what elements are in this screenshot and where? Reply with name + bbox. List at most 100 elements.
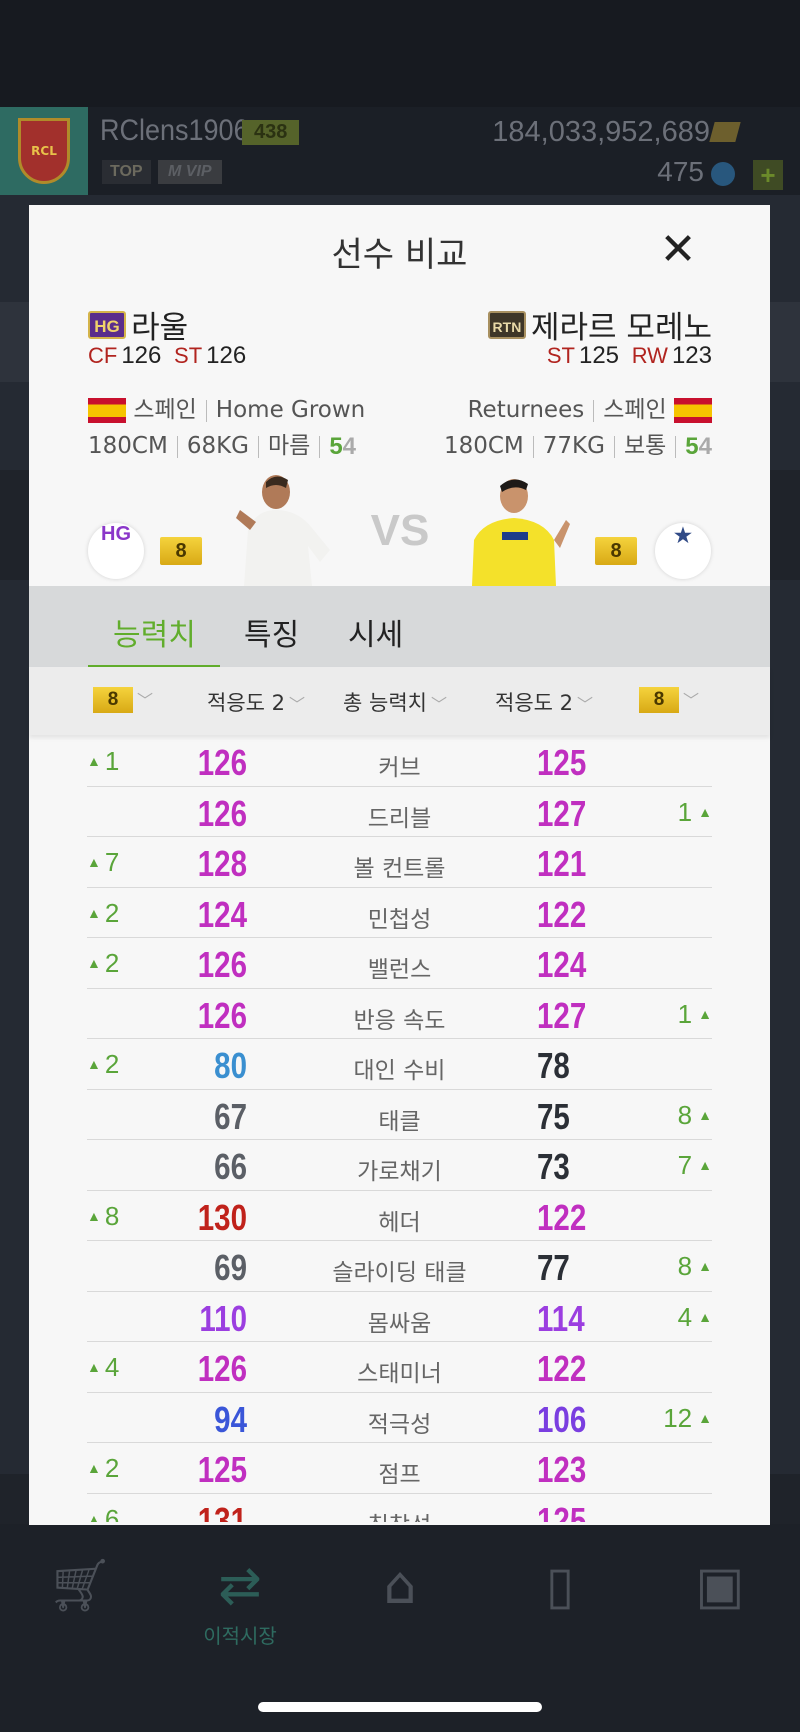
left-stat-diff: ▲ 7: [87, 847, 120, 877]
left-player-name: 라울: [131, 310, 189, 346]
stat-name: 적극성: [367, 1411, 432, 1438]
stat-row: ▲ 2 126 밸런스 124: [87, 938, 712, 989]
filter-label: 적응도 2: [495, 691, 573, 715]
stat-name: 커브: [378, 755, 421, 781]
stat-row: ▲ 4 126 스태미너 122: [87, 1342, 712, 1393]
right-stat-value: 127: [537, 994, 587, 1036]
right-stat-value: 106: [537, 1398, 587, 1440]
right-stat-diff: 1 ▲: [677, 998, 712, 1029]
stat-name: 태클: [378, 1108, 421, 1135]
stat-name: 반응 속도: [353, 1007, 446, 1034]
chevron-down-icon: ﹀: [137, 691, 154, 710]
stat-name: 민첩성: [367, 906, 432, 933]
left-stat-diff: ▲ 2: [87, 1049, 120, 1079]
stat-name: 밸런스: [367, 957, 432, 983]
right-stat-value: 123: [537, 1449, 587, 1490]
left-stat-value: 94: [214, 1398, 247, 1440]
stat-name: 몸싸움: [367, 1310, 432, 1337]
position-ovr: 125: [578, 342, 620, 369]
left-stat-value: 131: [197, 1499, 247, 1523]
right-stat-value: 73: [537, 1146, 570, 1187]
stat-row: ▲ 1 126 커브 125: [87, 736, 712, 787]
body-type: 보통: [623, 433, 667, 459]
nav-inventory[interactable]: ▣: [680, 1554, 760, 1618]
tab-stats[interactable]: 능력치: [113, 610, 196, 654]
left-stat-value: 124: [197, 893, 247, 935]
add-points-button[interactable]: +: [753, 160, 783, 190]
stat-name: 헤더: [378, 1209, 421, 1236]
nav-transfer[interactable]: ⇄ 이적시장: [200, 1554, 280, 1649]
chevron-down-icon: ﹀: [430, 695, 447, 714]
coin-balance: 184,033,952,689: [492, 116, 710, 148]
chevron-down-icon: ﹀: [577, 695, 594, 714]
nav-shop[interactable]: 🛒︎: [40, 1554, 120, 1618]
left-stat-diff: ▲ 2: [87, 948, 120, 978]
right-level-filter[interactable]: 8 ﹀: [639, 687, 699, 713]
left-stat-diff: ▲ 8: [87, 1200, 120, 1231]
tab-bar: 능력치 특징 시세: [29, 586, 770, 672]
left-physical: 180CM 68KG 마름 54: [88, 426, 356, 461]
points-icon: [711, 162, 735, 186]
club-level-badge: 438: [242, 120, 300, 145]
left-adapt-filter[interactable]: 적응도 2 ﹀: [207, 687, 305, 717]
season-name: Returnees: [467, 397, 585, 423]
right-stat-diff: 12 ▲: [663, 1402, 712, 1433]
left-stat-value: 128: [197, 843, 247, 884]
right-team-color-icon[interactable]: ★: [655, 523, 711, 579]
left-stat-diff: ▲ 4: [87, 1352, 120, 1382]
right-adapt-filter[interactable]: 적응도 2 ﹀: [495, 687, 593, 717]
left-stat-value: 126: [197, 994, 247, 1036]
home-icon: ⌂: [383, 1556, 417, 1616]
position-label: RW: [631, 343, 668, 368]
left-stat-diff: ▲ 1: [87, 746, 120, 776]
foot-rating-icon: 54: [329, 432, 357, 460]
tab-traits[interactable]: 특징: [244, 610, 299, 654]
height: 180CM: [88, 433, 168, 459]
left-stat-value: 130: [197, 1196, 247, 1238]
right-stat-value: 75: [537, 1095, 570, 1137]
stat-row: ▲ 7 128 볼 컨트롤 121: [87, 837, 712, 888]
right-stat-value: 127: [537, 792, 587, 834]
stat-row: ▲ 2 124 민첩성 122: [87, 888, 712, 938]
season-name: Home Grown: [215, 397, 366, 423]
foot-rating-icon: 54: [685, 432, 712, 460]
club-crest-icon: RCL: [18, 118, 70, 184]
close-button[interactable]: ✕: [651, 223, 705, 277]
level-chip: 8: [639, 687, 679, 713]
right-level-chip: 8: [595, 537, 637, 565]
total-stat-filter[interactable]: 총 능력치 ﹀: [343, 687, 447, 717]
stat-row: 94 적극성 106 12 ▲: [87, 1393, 712, 1443]
stats-list: ▲ 1 126 커브 125 126 드리블 127 1 ▲ ▲ 7 128 볼 컨트롤 121 ▲ 2 124 민…: [87, 736, 712, 1522]
stat-name: 침착성: [267, 1506, 532, 1523]
nav-home[interactable]: ⌂: [360, 1554, 440, 1618]
squad-icon: ▯: [545, 1556, 575, 1616]
left-stat-value: 125: [197, 1449, 247, 1490]
right-stat-value: 122: [537, 1196, 587, 1238]
cart-icon: 🛒︎: [46, 1556, 113, 1616]
right-physical: 180CM 77KG 보통 54: [444, 426, 712, 461]
left-level-filter[interactable]: 8 ﹀: [93, 687, 153, 713]
left-player-name-row: HG 라울: [88, 302, 188, 347]
left-stat-value: 126: [197, 944, 247, 985]
filter-label: 총 능력치: [343, 691, 427, 715]
club-logo[interactable]: RCL: [0, 107, 88, 195]
nav-squad[interactable]: ▯: [520, 1554, 600, 1618]
chevron-down-icon: ﹀: [289, 695, 306, 714]
left-stat-value: 66: [214, 1146, 247, 1187]
stat-row: ▲ 8 130 헤더 122: [87, 1191, 712, 1241]
home-indicator: [258, 1702, 542, 1712]
stat-row: 66 가로채기 73 7 ▲: [87, 1140, 712, 1191]
stat-name: 볼 컨트롤: [353, 856, 446, 882]
left-stat-value: 80: [214, 1045, 247, 1086]
spain-flag-icon: [674, 398, 712, 423]
right-player-name-row: RTN 제라르 모레노: [487, 302, 712, 347]
left-stat-diff: ▲ 2: [87, 897, 120, 928]
left-team-color-icon[interactable]: HG: [88, 523, 144, 579]
left-stat-value: 110: [199, 1297, 247, 1339]
stat-row: 110 몸싸움 114 4 ▲: [87, 1292, 712, 1342]
tab-price[interactable]: 시세: [348, 610, 403, 654]
stat-name: 드리블: [367, 805, 432, 832]
stat-name: 점프: [378, 1462, 421, 1488]
right-season-badge: RTN: [487, 310, 526, 339]
left-nation-season: 스페인 Home Grown: [88, 390, 365, 424]
